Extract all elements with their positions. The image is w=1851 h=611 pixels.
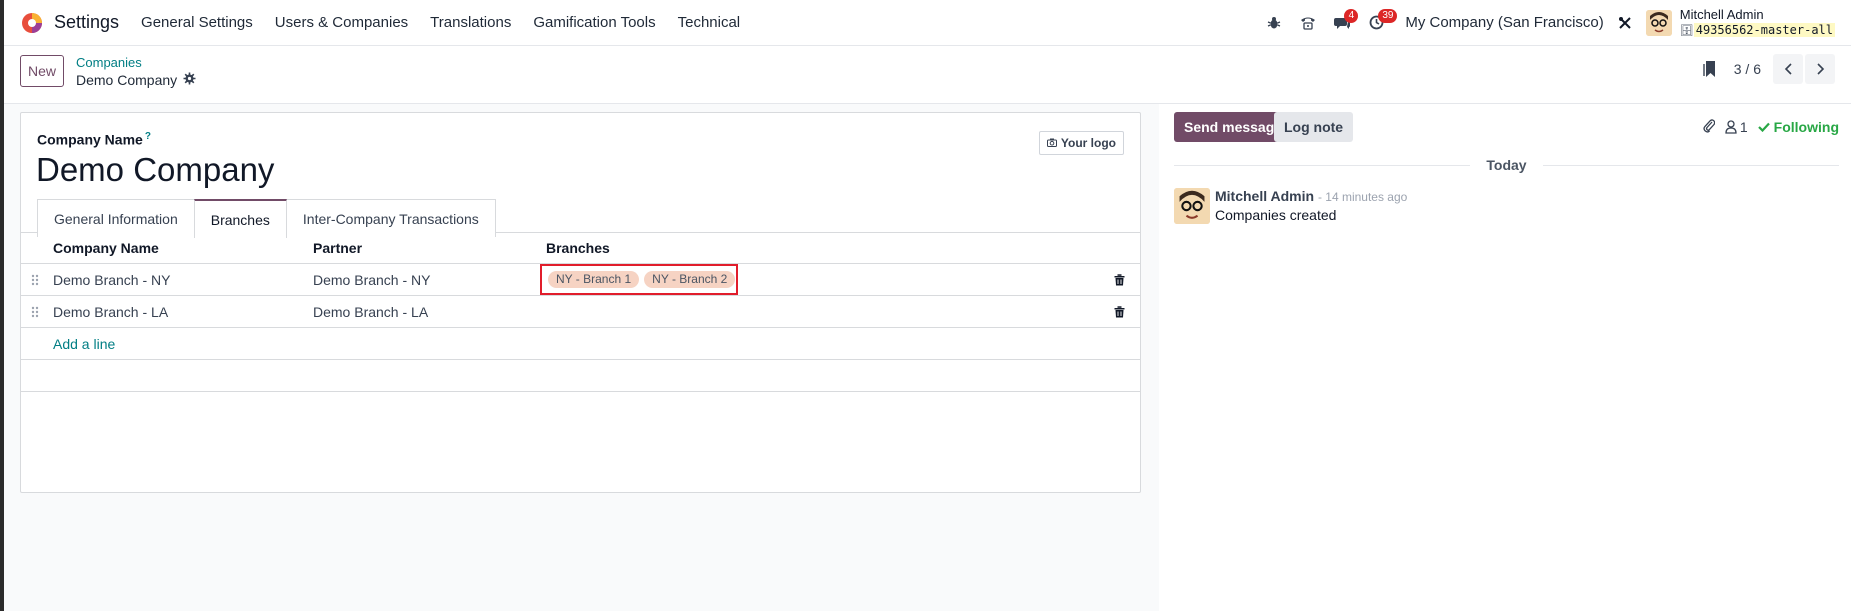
followers-button[interactable]: 1 — [1725, 119, 1748, 135]
form-area: Company Name? Demo Company Your logo Gen… — [4, 104, 1159, 611]
row-company-name[interactable]: Demo Branch - LA — [53, 296, 168, 328]
top-navbar: Settings General Settings Users & Compan… — [4, 0, 1851, 46]
trash-icon[interactable] — [1114, 264, 1128, 296]
breadcrumb-companies[interactable]: Companies — [76, 55, 142, 70]
navbar-systray: 4 39 My Company (San Francisco) Mitchell… — [1257, 0, 1851, 46]
camera-icon — [1046, 136, 1057, 150]
database-name: 49356562-master-all — [1693, 22, 1835, 37]
pager-previous-button[interactable] — [1773, 54, 1803, 84]
gear-icon[interactable] — [183, 72, 196, 88]
notebook-tabs: General Information Branches Inter-Compa… — [37, 199, 496, 238]
user-avatar[interactable] — [1645, 9, 1672, 36]
chatter-message: Mitchell Admin - 14 minutes ago Companie… — [1174, 188, 1407, 224]
logo-upload-label: Your logo — [1060, 136, 1116, 150]
add-line-row: Add a line — [21, 328, 1140, 360]
add-line-link[interactable]: Add a line — [53, 328, 115, 360]
branch-tag[interactable]: NY - Branch 2 — [644, 271, 736, 288]
user-name: Mitchell Admin — [1679, 6, 1764, 22]
table-row[interactable]: Demo Branch - LA Demo Branch - LA — [21, 296, 1140, 328]
menu-general-settings[interactable]: General Settings — [141, 14, 253, 31]
author-avatar[interactable] — [1174, 188, 1210, 224]
row-company-name[interactable]: Demo Branch - NY — [53, 264, 170, 296]
row-partner[interactable]: Demo Branch - LA — [313, 296, 428, 328]
drag-handle-icon[interactable] — [31, 264, 43, 296]
message-body: Mitchell Admin - 14 minutes ago Companie… — [1215, 188, 1407, 224]
activities-badge: 39 — [1378, 8, 1398, 23]
column-branches[interactable]: Branches — [546, 232, 610, 264]
branches-tags-highlight[interactable]: NY - Branch 1 NY - Branch 2 — [540, 264, 738, 295]
record-title: Demo Company — [76, 72, 178, 88]
log-note-button[interactable]: Log note — [1274, 112, 1354, 142]
list-header: Company Name Partner Branches — [21, 232, 1140, 264]
followers-count: 1 — [1739, 119, 1748, 135]
help-tooltip-icon[interactable]: ? — [145, 131, 151, 142]
chatter: Send message Log note 1 Following Today … — [1159, 104, 1851, 611]
trash-icon[interactable] — [1114, 296, 1128, 328]
paperclip-icon[interactable] — [1703, 118, 1716, 136]
message-text: Companies created — [1215, 207, 1337, 223]
message-time: - 14 minutes ago — [1317, 190, 1408, 204]
menu-technical[interactable]: Technical — [678, 14, 741, 31]
branch-tag[interactable]: NY - Branch 1 — [548, 271, 640, 288]
empty-row — [21, 360, 1140, 392]
row-partner[interactable]: Demo Branch - NY — [313, 264, 430, 296]
drag-handle-icon[interactable] — [31, 296, 43, 328]
pager-value[interactable]: 3 / 6 — [1734, 61, 1761, 77]
messages-icon[interactable]: 4 — [1325, 0, 1359, 46]
messages-badge: 4 — [1344, 8, 1359, 23]
user-menu[interactable]: Mitchell Admin 🗄 49356562-master-all — [1680, 7, 1835, 39]
record-title-row: Demo Company — [76, 72, 196, 88]
company-name-label: Company Name? — [37, 131, 151, 148]
branches-list: Company Name Partner Branches Demo Branc… — [21, 232, 1140, 392]
bookmark-icon[interactable] — [1703, 60, 1717, 81]
activities-icon[interactable]: 39 — [1359, 0, 1398, 46]
tab-branches[interactable]: Branches — [193, 199, 287, 238]
date-separator: Today — [1174, 157, 1840, 173]
bug-icon[interactable] — [1257, 0, 1291, 46]
following-label: Following — [1773, 119, 1839, 135]
pager: 3 / 6 — [1734, 54, 1835, 84]
company-name-input[interactable]: Demo Company — [36, 151, 274, 189]
table-row[interactable]: Demo Branch - NY Demo Branch - NY NY - B… — [21, 264, 1140, 296]
message-author-line: Mitchell Admin - 14 minutes ago — [1215, 188, 1407, 204]
column-partner[interactable]: Partner — [313, 232, 362, 264]
column-company-name[interactable]: Company Name — [53, 232, 159, 264]
logo-upload-button[interactable]: Your logo — [1038, 131, 1124, 155]
form-sheet: Company Name? Demo Company Your logo Gen… — [20, 112, 1141, 493]
menu-translations[interactable]: Translations — [430, 14, 511, 31]
app-name[interactable]: Settings — [54, 12, 119, 33]
company-switcher[interactable]: My Company (San Francisco) — [1405, 14, 1603, 31]
menu-gamification-tools[interactable]: Gamification Tools — [533, 14, 655, 31]
new-button[interactable]: New — [20, 55, 64, 87]
app-logo-icon[interactable] — [20, 11, 44, 35]
date-label: Today — [1486, 157, 1527, 173]
chatter-tools: 1 Following — [1703, 112, 1839, 142]
pager-next-button[interactable] — [1805, 54, 1835, 84]
phone-icon[interactable] — [1291, 0, 1325, 46]
message-author[interactable]: Mitchell Admin — [1215, 188, 1314, 204]
control-panel: New Companies Demo Company 3 / 6 — [4, 46, 1851, 104]
menu-users-companies[interactable]: Users & Companies — [275, 14, 408, 31]
following-button[interactable]: Following — [1757, 119, 1839, 135]
tools-icon[interactable] — [1614, 0, 1636, 46]
